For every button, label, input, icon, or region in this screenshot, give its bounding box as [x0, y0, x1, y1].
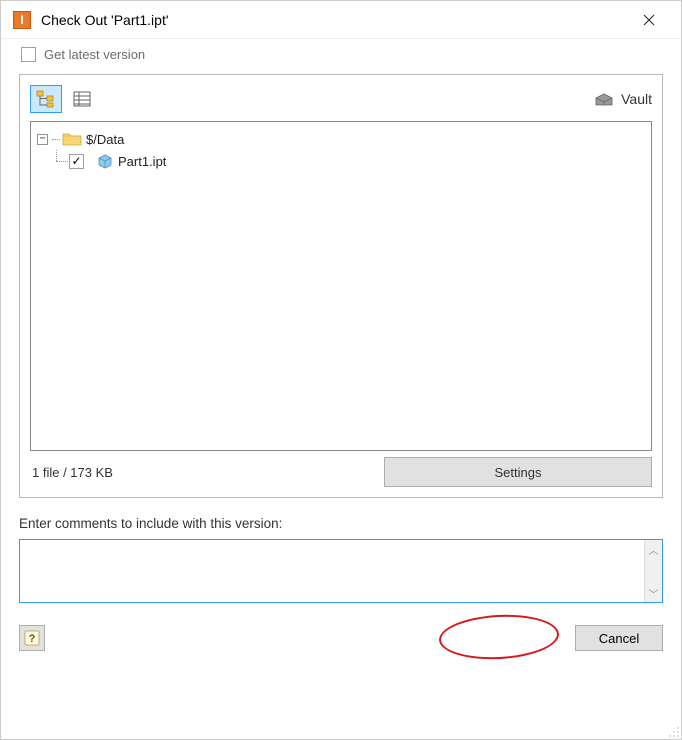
settings-button[interactable]: Settings	[384, 457, 652, 487]
tree-view-button[interactable]	[30, 85, 62, 113]
ok-button[interactable]: OK	[479, 625, 567, 651]
help-button[interactable]: ?	[19, 625, 45, 651]
files-panel: Vault − $/Data	[19, 74, 663, 498]
dialog-footer: ? OK Cancel	[19, 625, 663, 651]
tree-item-label: Part1.ipt	[118, 154, 166, 169]
tree-view-icon	[36, 90, 56, 108]
scroll-up-icon[interactable]: ︿	[645, 540, 662, 558]
panel-toolbar: Vault	[30, 85, 652, 113]
view-toggle	[30, 85, 102, 113]
comments-input[interactable]	[20, 540, 644, 602]
expand-collapse-icon[interactable]: −	[37, 134, 48, 145]
folder-icon	[62, 131, 82, 147]
scroll-down-icon[interactable]: ﹀	[645, 584, 662, 602]
part-file-icon	[96, 152, 114, 170]
tree-root-node[interactable]: − $/Data	[37, 128, 645, 150]
vault-icon	[593, 90, 615, 108]
dialog-content: Get latest version	[1, 39, 681, 739]
get-latest-checkbox[interactable]	[21, 47, 36, 62]
close-icon	[643, 14, 655, 26]
scrollbar[interactable]: ︿ ﹀	[644, 540, 662, 602]
file-checkbox[interactable]	[69, 154, 84, 169]
close-button[interactable]	[629, 5, 669, 35]
get-latest-label[interactable]: Get latest version	[44, 47, 145, 62]
resize-grip-icon[interactable]	[668, 726, 680, 738]
file-count-status: 1 file / 173 KB	[30, 465, 384, 480]
tree-item-node[interactable]: Part1.ipt	[37, 150, 645, 172]
tree-root-label: $/Data	[86, 132, 124, 147]
list-view-icon	[72, 90, 92, 108]
dialog-title: Check Out 'Part1.ipt'	[41, 12, 629, 28]
vault-label-text: Vault	[621, 91, 652, 107]
file-tree[interactable]: − $/Data Part1.ipt	[30, 121, 652, 451]
svg-text:?: ?	[29, 633, 36, 645]
tree-connector	[51, 150, 69, 172]
get-latest-row: Get latest version	[19, 47, 663, 62]
app-icon: I	[13, 11, 31, 29]
cancel-button[interactable]: Cancel	[575, 625, 663, 651]
help-icon: ?	[24, 630, 40, 646]
comments-label: Enter comments to include with this vers…	[19, 516, 663, 531]
titlebar: I Check Out 'Part1.ipt'	[1, 1, 681, 39]
status-row: 1 file / 173 KB Settings	[30, 457, 652, 487]
list-view-button[interactable]	[66, 85, 98, 113]
tree-connector	[52, 139, 60, 140]
vault-indicator: Vault	[593, 90, 652, 108]
checkout-dialog: I Check Out 'Part1.ipt' Get latest versi…	[0, 0, 682, 740]
comments-container: ︿ ﹀	[19, 539, 663, 603]
